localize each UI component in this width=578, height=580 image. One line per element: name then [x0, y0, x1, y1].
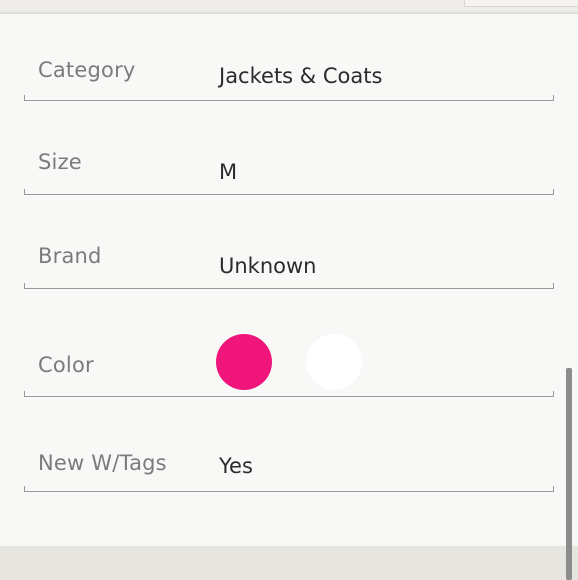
- new-with-tags-row[interactable]: New W/Tags Yes: [24, 448, 554, 492]
- color-row: Color: [24, 324, 554, 397]
- size-label: Size: [38, 150, 82, 174]
- brand-value[interactable]: Unknown: [219, 254, 316, 278]
- size-underline: [24, 189, 554, 195]
- brand-underline: [24, 283, 554, 289]
- bottom-area: [0, 546, 578, 580]
- vertical-scrollbar[interactable]: [566, 368, 572, 580]
- new-with-tags-value[interactable]: Yes: [219, 454, 253, 478]
- color-underline: [24, 391, 554, 397]
- category-underline: [24, 95, 554, 101]
- new-with-tags-label: New W/Tags: [38, 451, 167, 475]
- category-value[interactable]: Jackets & Coats: [219, 64, 382, 88]
- size-row[interactable]: Size M: [24, 148, 554, 195]
- color-swatch-pink[interactable]: [216, 334, 272, 390]
- size-value[interactable]: M: [219, 160, 237, 184]
- new-with-tags-underline: [24, 486, 554, 492]
- brand-label: Brand: [38, 244, 102, 268]
- top-strip: [0, 0, 578, 14]
- brand-row[interactable]: Brand Unknown: [24, 242, 554, 289]
- color-label: Color: [38, 353, 94, 377]
- category-row[interactable]: Category Jackets & Coats: [24, 54, 554, 101]
- header-tab-edge: [464, 0, 578, 7]
- color-swatch-white[interactable]: [306, 334, 362, 390]
- item-details-panel: Category Jackets & Coats Size M Brand Un…: [0, 14, 578, 546]
- category-label: Category: [38, 58, 136, 82]
